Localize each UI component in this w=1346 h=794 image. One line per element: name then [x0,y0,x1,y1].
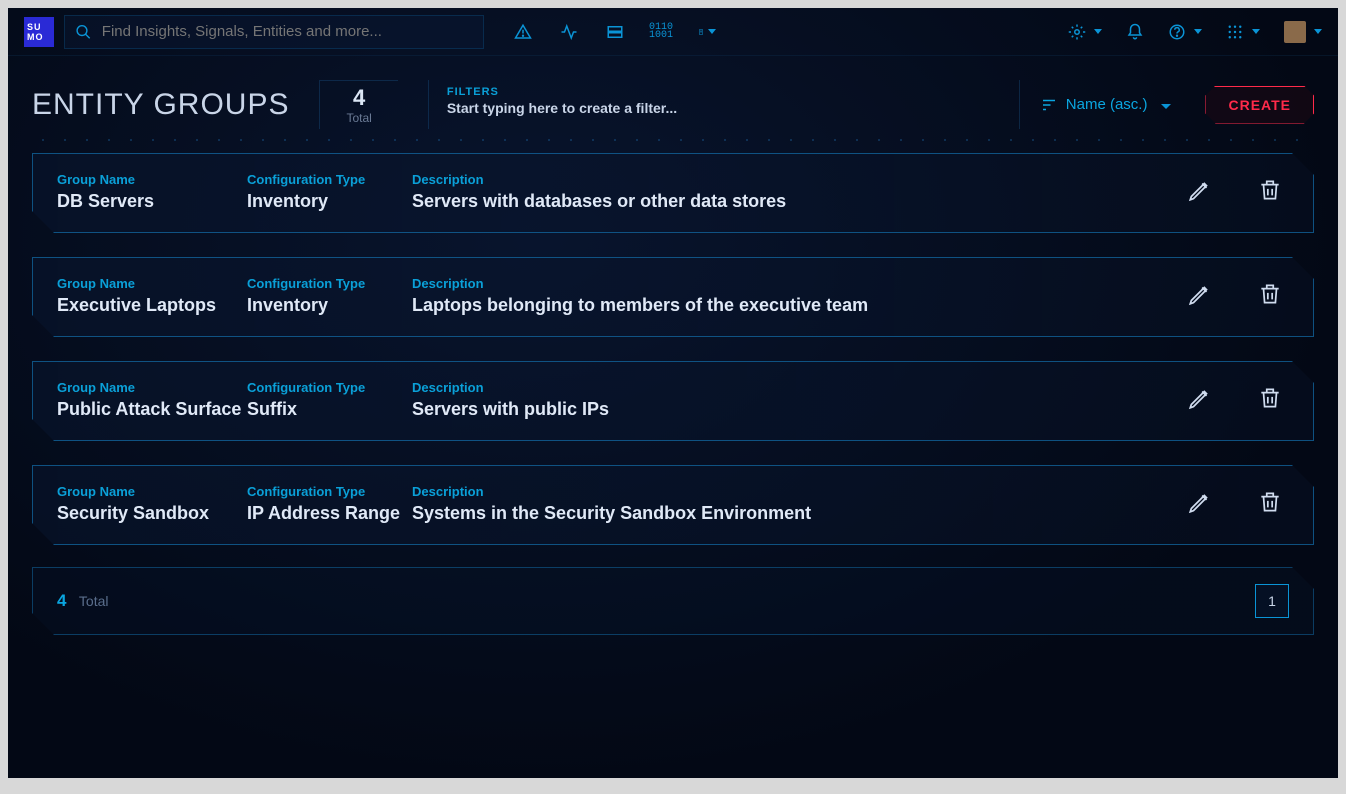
group-name-value: Public Attack Surface [57,399,247,420]
page-number-button[interactable]: 1 [1255,584,1289,618]
config-type-value: Inventory [247,191,412,212]
bell-icon[interactable] [1126,23,1144,41]
footer-total-number: 4 [57,591,66,610]
config-type-label: Configuration Type [247,276,412,291]
filters-box[interactable]: FILTERS Start typing here to create a fi… [428,80,1019,129]
entity-group-row[interactable]: Group Name DB Servers Configuration Type… [32,153,1314,233]
total-count-number: 4 [346,85,371,111]
chevron-down-icon [1155,96,1171,113]
group-name-value: Security Sandbox [57,503,247,524]
config-type-label: Configuration Type [247,484,412,499]
alert-triangle-icon[interactable] [514,23,532,41]
page-title: ENTITY GROUPS [32,80,319,129]
group-name-label: Group Name [57,172,247,187]
settings-icon[interactable] [1068,23,1102,41]
activity-icon[interactable] [560,23,578,41]
sort-dropdown[interactable]: Name (asc.) [1019,80,1192,129]
description-label: Description [412,484,1187,499]
entity-group-row[interactable]: Group Name Executive Laptops Configurati… [32,257,1314,337]
delete-icon[interactable] [1257,489,1283,520]
user-avatar[interactable] [1284,21,1322,43]
divider-dots [32,139,1314,141]
entity-group-row[interactable]: Group Name Security Sandbox Configuratio… [32,465,1314,545]
topbar-right [1068,21,1322,43]
config-type-label: Configuration Type [247,172,412,187]
footer-total: 4 Total [57,591,109,611]
description-value: Laptops belonging to members of the exec… [412,295,1187,316]
edit-icon[interactable] [1187,177,1213,208]
description-label: Description [412,380,1187,395]
edit-icon[interactable] [1187,281,1213,312]
entity-group-list: Group Name DB Servers Configuration Type… [8,149,1338,549]
sort-label: Name (asc.) [1066,96,1148,113]
topbar: SU MO 01101001 [8,8,1338,56]
apps-grid-icon[interactable] [1226,23,1260,41]
group-name-value: Executive Laptops [57,295,247,316]
page-header: ENTITY GROUPS 4 Total FILTERS Start typi… [8,56,1338,139]
sort-icon [1040,96,1058,114]
document-icon[interactable] [698,23,716,41]
edit-icon[interactable] [1187,385,1213,416]
footer-total-label: Total [79,593,109,609]
storage-icon[interactable] [606,23,624,41]
config-type-value: IP Address Range [247,503,412,524]
filters-placeholder: Start typing here to create a filter... [447,100,1001,116]
delete-icon[interactable] [1257,177,1283,208]
delete-icon[interactable] [1257,281,1283,312]
description-label: Description [412,172,1187,187]
description-value: Servers with public IPs [412,399,1187,420]
global-search[interactable] [64,15,484,49]
top-nav-icons: 01101001 [514,23,716,41]
entity-group-row[interactable]: Group Name Public Attack Surface Configu… [32,361,1314,441]
binary-icon[interactable]: 01101001 [652,23,670,41]
description-value: Servers with databases or other data sto… [412,191,1187,212]
group-name-value: DB Servers [57,191,247,212]
group-name-label: Group Name [57,380,247,395]
pagination-footer: 4 Total 1 [32,567,1314,635]
description-value: Systems in the Security Sandbox Environm… [412,503,1187,524]
avatar [1284,21,1306,43]
sumo-logo[interactable]: SU MO [24,17,54,47]
total-count: 4 Total [319,80,397,129]
edit-icon[interactable] [1187,489,1213,520]
search-input[interactable] [102,23,473,40]
config-type-value: Suffix [247,399,412,420]
filters-label: FILTERS [447,86,1001,98]
delete-icon[interactable] [1257,385,1283,416]
config-type-value: Inventory [247,295,412,316]
search-icon [75,23,92,41]
help-icon[interactable] [1168,23,1202,41]
group-name-label: Group Name [57,276,247,291]
app-root: SU MO 01101001 ENTITY GROUPS 4 Total FIL [8,8,1338,778]
group-name-label: Group Name [57,484,247,499]
description-label: Description [412,276,1187,291]
config-type-label: Configuration Type [247,380,412,395]
total-count-label: Total [346,111,371,125]
create-button[interactable]: CREATE [1205,86,1314,124]
